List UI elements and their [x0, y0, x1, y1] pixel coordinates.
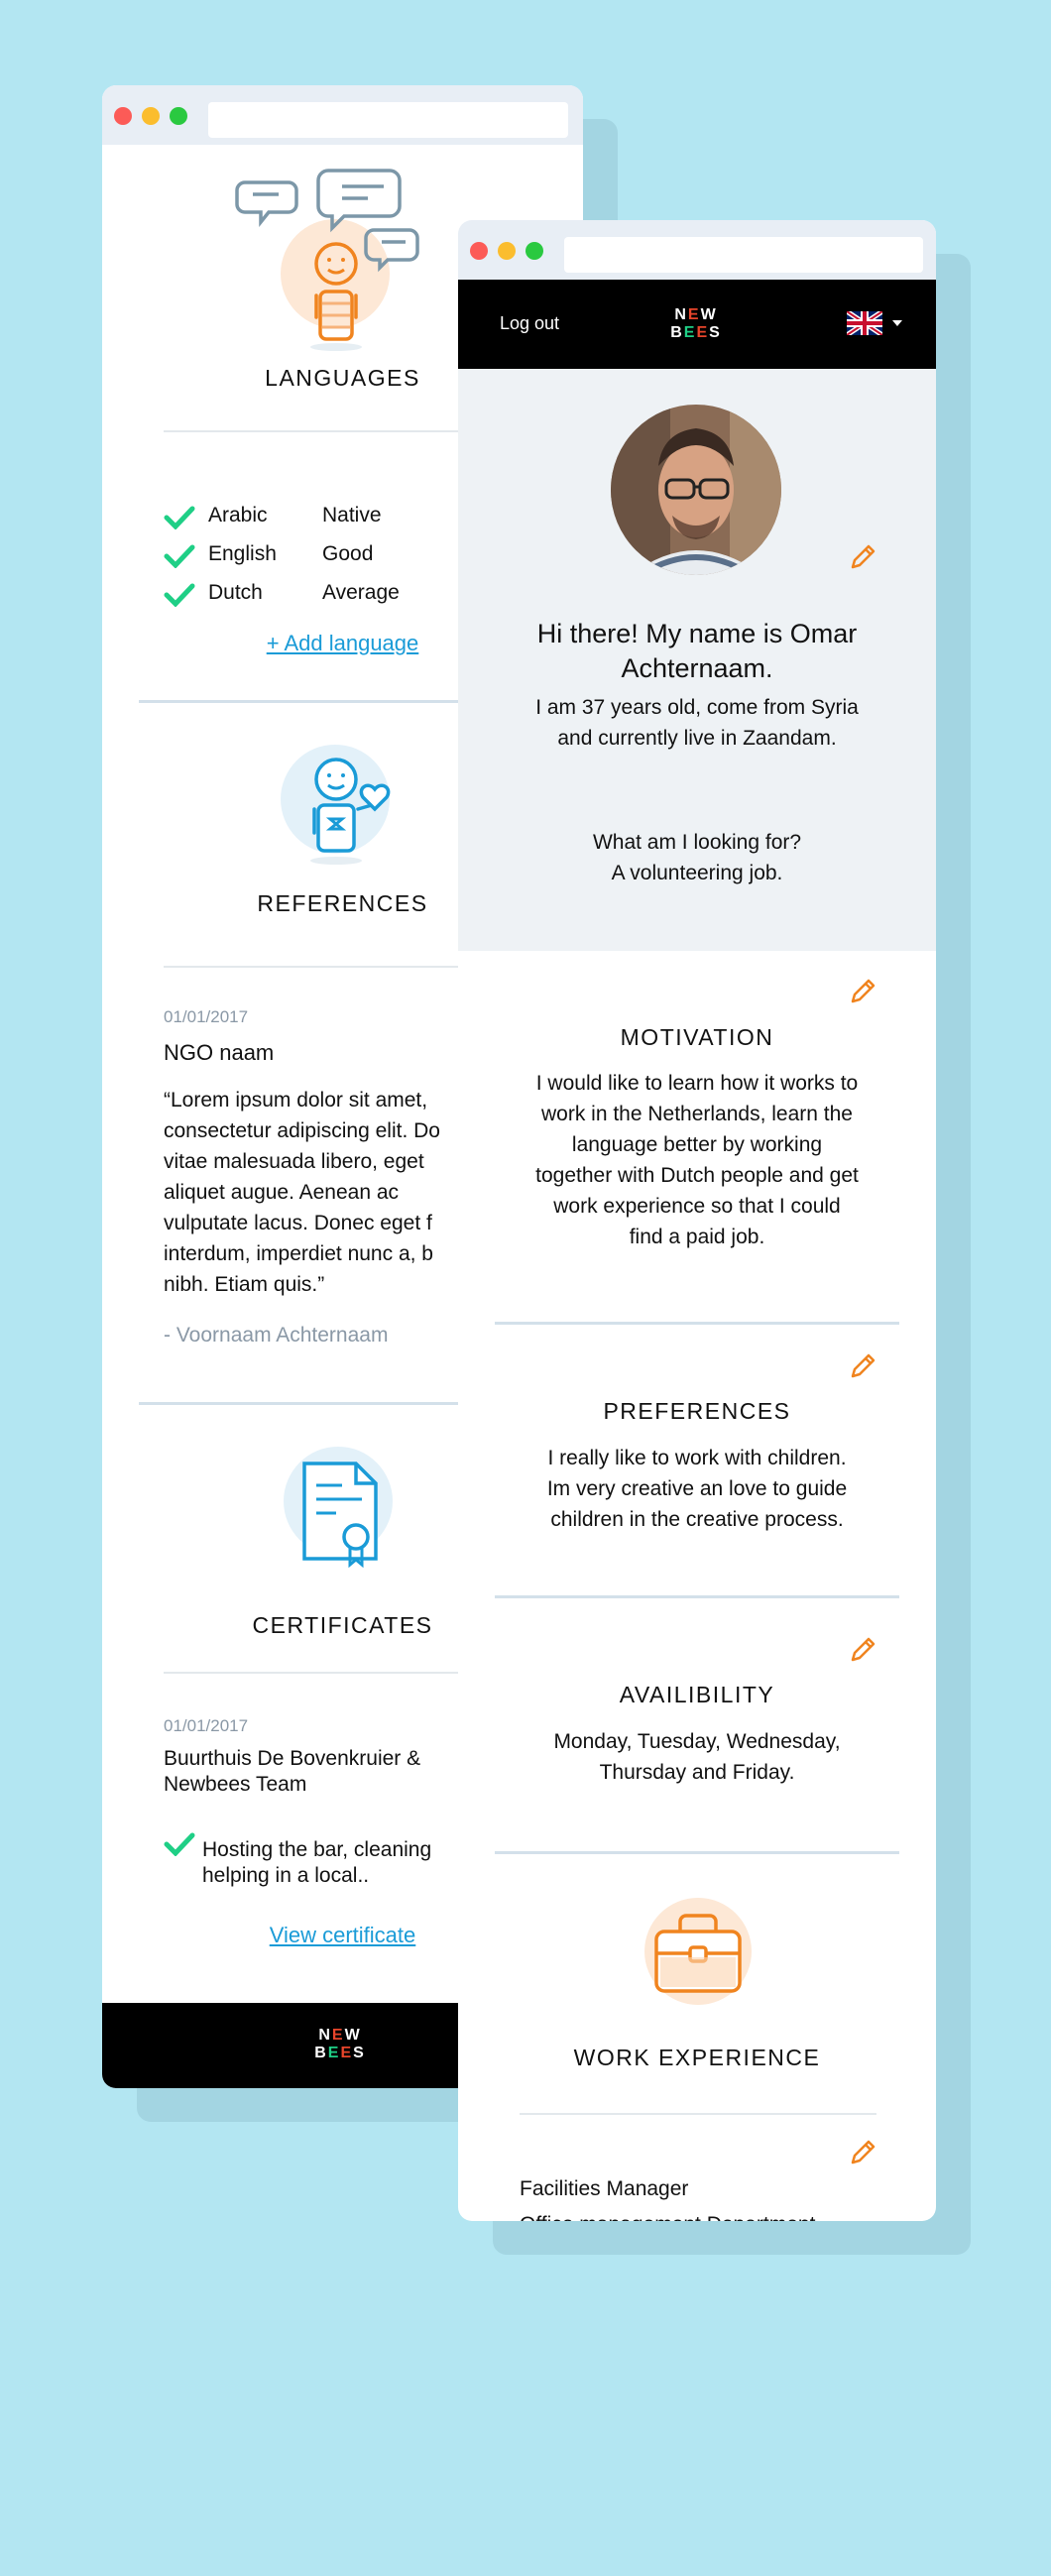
text-line: Im very creative an love to guide [546, 1477, 848, 1500]
text-line: find a paid job. [629, 1226, 765, 1248]
job-title: Facilities Manager [520, 2177, 689, 2200]
logo-letter: S [709, 324, 722, 341]
reference-author: - Voornaam Achternaam [164, 1324, 389, 1347]
language-level: Average [322, 581, 400, 604]
section-divider [495, 1851, 899, 1854]
language-name: Dutch [208, 581, 263, 604]
logo-letter: B [670, 324, 684, 341]
greeting: Hi there! My name is Omar Achternaam. [478, 617, 916, 686]
edit-pencil-icon[interactable] [849, 2139, 876, 2166]
caret-down-icon [892, 320, 902, 326]
logo-letter: E [696, 324, 710, 341]
address-bar[interactable] [564, 237, 923, 273]
looking-for-line: A volunteering job. [611, 862, 783, 884]
newbees-logo[interactable]: NEW BEES [666, 306, 726, 342]
logo-letter: E [331, 2027, 345, 2044]
looking-for-text: What am I looking for? A volunteering jo… [478, 827, 916, 888]
section-divider [495, 1595, 899, 1598]
newbees-logo[interactable]: NEW BEES [310, 2027, 370, 2062]
edit-pencil-icon[interactable] [849, 543, 876, 571]
divider [520, 2113, 876, 2115]
preferences-heading: PREFERENCES [603, 1398, 791, 1424]
logo-letter: S [353, 2045, 366, 2061]
language-name: Arabic [208, 504, 268, 527]
minimize-dot-icon[interactable] [498, 242, 516, 260]
logo-letter: W [344, 2027, 362, 2044]
language-level: Good [322, 542, 374, 565]
logo-letter: E [327, 2045, 341, 2061]
references-illustration-icon [281, 745, 391, 865]
check-icon [164, 1832, 195, 1856]
profile-avatar[interactable] [611, 405, 781, 575]
window-titlebar [458, 220, 936, 280]
motivation-heading: MOTIVATION [620, 1024, 774, 1050]
work-experience-heading: WORK EXPERIENCE [573, 2045, 821, 2070]
profile-section: Hi there! My name is Omar Achternaam. I … [458, 369, 936, 951]
language-selector[interactable] [845, 308, 906, 338]
reference-date: 01/01/2017 [164, 1007, 249, 1026]
preferences-text: I really like to work with children. Im … [478, 1443, 916, 1535]
uk-flag-icon [845, 308, 884, 338]
app-header: Log out NEW BEES [458, 280, 936, 369]
intro-text: I am 37 years old, come from Syria and c… [478, 692, 916, 754]
availability-heading: AVAILIBILITY [619, 1682, 775, 1707]
intro-line: and currently live in Zaandam. [557, 727, 837, 750]
edit-pencil-icon[interactable] [849, 1352, 876, 1380]
window-titlebar [102, 85, 583, 145]
greeting-line: Hi there! My name is Omar [536, 619, 858, 648]
close-dot-icon[interactable] [114, 107, 132, 125]
edit-pencil-icon[interactable] [849, 1636, 876, 1664]
text-line: children in the creative process. [550, 1508, 844, 1531]
languages-illustration-icon [235, 169, 419, 351]
intro-line: I am 37 years old, come from Syria [535, 696, 859, 719]
maximize-dot-icon[interactable] [526, 242, 543, 260]
logo-letter: E [687, 306, 701, 323]
logout-button[interactable]: Log out [500, 313, 559, 334]
check-icon [164, 544, 195, 568]
briefcase-illustration-icon [644, 1898, 752, 2005]
view-certificate-link[interactable]: View certificate [270, 1923, 416, 1947]
front-browser-window: Log out NEW BEES Hi there! My name is Om… [458, 220, 936, 2221]
check-icon [164, 506, 195, 529]
certificate-date: 01/01/2017 [164, 1716, 249, 1735]
section-divider [495, 1322, 899, 1325]
motivation-text: I would like to learn how it works to wo… [478, 1068, 916, 1252]
edit-pencil-icon[interactable] [849, 978, 876, 1005]
text-line: work in the Netherlands, learn the [540, 1103, 853, 1125]
text-line: I really like to work with children. [547, 1447, 847, 1469]
logo-letter: B [314, 2045, 328, 2061]
logo-letter: W [700, 306, 718, 323]
logo-letter: N [318, 2027, 332, 2044]
job-department-cut: Office management Department [520, 2209, 815, 2221]
logo-letter: E [340, 2045, 354, 2061]
minimize-dot-icon[interactable] [142, 107, 160, 125]
looking-for-line: What am I looking for? [592, 831, 802, 854]
certificates-illustration-icon [284, 1447, 393, 1569]
close-dot-icon[interactable] [470, 242, 488, 260]
text-line: language better by working [571, 1133, 823, 1156]
logo-letter: N [674, 306, 688, 323]
availability-text: Monday, Tuesday, Wednesday, Thursday and… [478, 1726, 916, 1788]
language-name: English [208, 542, 277, 565]
text-line: Thursday and Friday. [599, 1761, 795, 1784]
check-icon [164, 583, 195, 607]
text-line: I would like to learn how it works to [535, 1072, 859, 1095]
maximize-dot-icon[interactable] [170, 107, 187, 125]
reference-organization: NGO naam [164, 1040, 275, 1065]
text-line: together with Dutch people and get [535, 1164, 859, 1187]
address-bar[interactable] [208, 102, 568, 138]
add-language-link[interactable]: + Add language [267, 631, 419, 655]
text-line: work experience so that I could [553, 1195, 841, 1218]
language-level: Native [322, 504, 382, 527]
logo-letter: E [683, 324, 697, 341]
greeting-line: Achternaam. [621, 653, 773, 683]
text-line: Monday, Tuesday, Wednesday, [553, 1730, 841, 1753]
